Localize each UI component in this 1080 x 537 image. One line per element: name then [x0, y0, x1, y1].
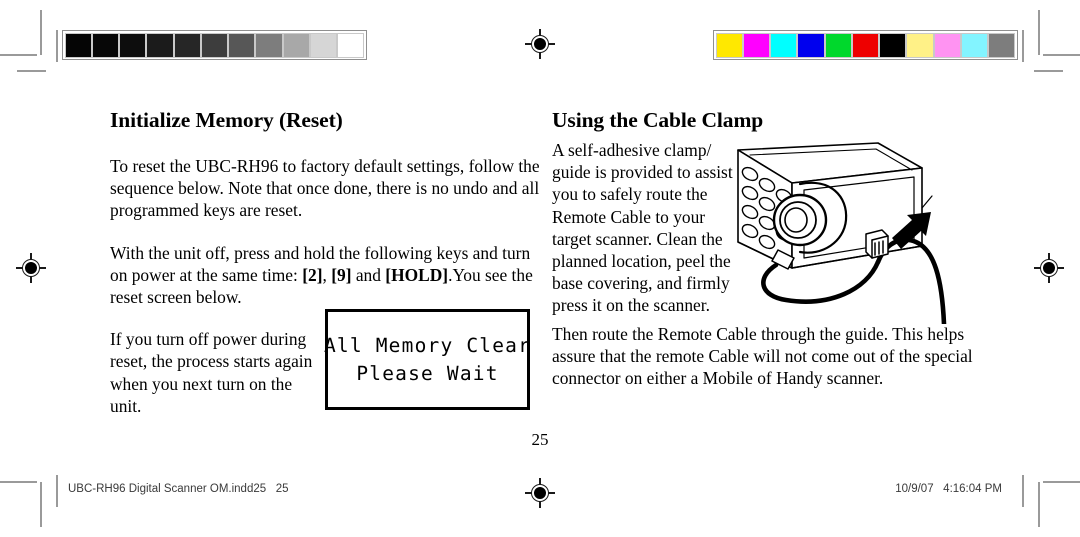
key-label-2: [2]: [302, 264, 323, 285]
grayscale-patch-5: [200, 32, 229, 58]
footer-timestamp: 10/9/07 4:16:04 PM: [895, 483, 1002, 495]
cable-clamp-heading: Using the Cable Clamp: [552, 108, 764, 132]
crop-mark-bottom-left-inner-tick-v: [56, 475, 58, 507]
crop-mark-bottom-right-horizontal: [1043, 481, 1080, 483]
color-patch-7: [906, 32, 934, 58]
lcd-line-2: Please Wait: [356, 361, 499, 385]
crop-mark-bottom-left-horizontal: [0, 481, 37, 483]
crop-mark-bottom-left-vertical: [40, 482, 42, 527]
crop-mark-top-right-inner-tick-v: [1022, 30, 1024, 62]
color-patch-9: [960, 32, 989, 58]
crop-mark-top-right-vertical: [1038, 10, 1040, 55]
initialize-memory-paragraph-1: To reset the UBC-RH96 to factory default…: [110, 156, 540, 221]
crop-mark-top-right-inner-tick-h: [1034, 70, 1063, 72]
color-patch-1: [742, 32, 771, 58]
crop-mark-bottom-right-inner-tick-v: [1022, 475, 1024, 507]
cable-clamp-paragraph-1: A self-adhesive clamp/ guide is provided…: [552, 140, 733, 316]
registration-mark-top-center: [525, 29, 555, 59]
initialize-memory-paragraph-3: If you turn off power during reset, the …: [110, 329, 313, 416]
grayscale-patch-6: [228, 32, 256, 58]
grayscale-patch-4: [173, 32, 201, 58]
grayscale-patch-1: [91, 32, 120, 58]
color-patch-2: [770, 32, 798, 58]
color-patch-0: [715, 32, 743, 58]
color-calibration-strip: [713, 30, 1018, 60]
grayscale-patch-2: [119, 32, 147, 58]
color-patch-6: [879, 32, 907, 58]
grayscale-calibration-strip: [62, 30, 367, 60]
lcd-line-1: All Memory Clear: [323, 333, 532, 357]
lcd-reset-screen: All Memory Clear Please Wait: [323, 309, 532, 410]
cable-clamp-paragraph-2: Then route the Remote Cable through the …: [552, 323, 973, 389]
initialize-memory-paragraph-2: With the unit off, press and hold the fo…: [110, 242, 542, 309]
crop-mark-top-right-horizontal: [1043, 54, 1080, 56]
crop-mark-top-left-horizontal: [0, 54, 37, 56]
scanner-cable-clamp-illustration: [726, 138, 982, 327]
crop-mark-top-left-inner-tick-h: [17, 70, 46, 72]
key-label-hold: [HOLD]: [385, 264, 449, 285]
initialize-memory-heading: Initialize Memory (Reset): [110, 108, 343, 132]
color-patch-4: [824, 32, 852, 58]
reset-instruction-separator: ,: [322, 264, 332, 285]
color-patch-3: [797, 32, 825, 58]
grayscale-patch-7: [255, 32, 283, 58]
registration-mark-left-center: [16, 253, 46, 283]
crop-mark-top-left-vertical: [40, 10, 42, 55]
grayscale-patch-10: [337, 32, 365, 58]
page-number: 25: [531, 430, 549, 449]
grayscale-patch-8: [282, 32, 310, 58]
color-patch-5: [851, 32, 880, 58]
crop-mark-top-left-inner-tick-v: [56, 30, 58, 62]
registration-mark-right-center: [1034, 253, 1064, 283]
footer-file-name: UBC-RH96 Digital Scanner OM.indd25 25: [68, 483, 289, 495]
grayscale-patch-9: [309, 32, 338, 58]
color-patch-8: [933, 32, 961, 58]
crop-mark-bottom-right-vertical: [1038, 482, 1040, 527]
grayscale-patch-0: [64, 32, 92, 58]
grayscale-patch-3: [146, 32, 174, 58]
key-label-9: [9]: [331, 264, 352, 285]
registration-mark-bottom-center: [525, 478, 555, 508]
color-patch-10: [988, 32, 1016, 58]
reset-instruction-text-mid: and: [351, 264, 386, 285]
